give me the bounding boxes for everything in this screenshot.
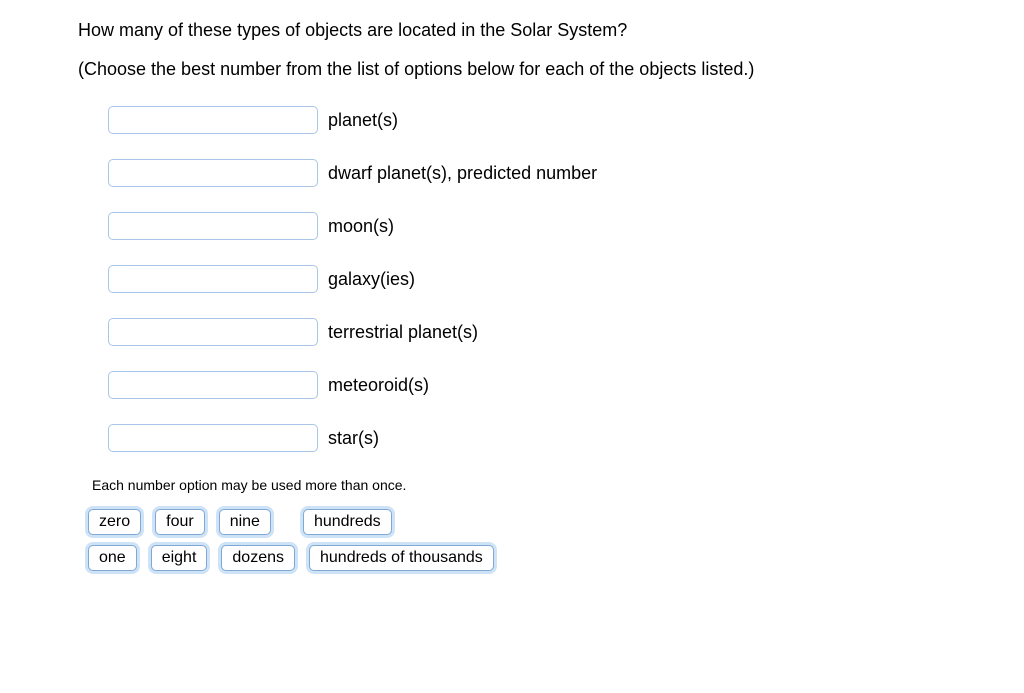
item-row: galaxy(ies) <box>108 265 1024 293</box>
token-hundreds-of-thousands[interactable]: hundreds of thousands <box>309 545 494 571</box>
drop-slot-moons[interactable] <box>108 212 318 240</box>
drop-slot-galaxies[interactable] <box>108 265 318 293</box>
item-row: dwarf planet(s), predicted number <box>108 159 1024 187</box>
item-row: terrestrial planet(s) <box>108 318 1024 346</box>
drop-slot-terrestrial-planets[interactable] <box>108 318 318 346</box>
item-row: meteoroid(s) <box>108 371 1024 399</box>
token-nine[interactable]: nine <box>219 509 271 535</box>
answer-items: planet(s) dwarf planet(s), predicted num… <box>108 106 1024 452</box>
drop-slot-planets[interactable] <box>108 106 318 134</box>
drop-slot-stars[interactable] <box>108 424 318 452</box>
token-row: one eight dozens hundreds of thousands <box>88 545 1024 571</box>
token-zero[interactable]: zero <box>88 509 141 535</box>
drop-slot-dwarf-planets[interactable] <box>108 159 318 187</box>
token-four[interactable]: four <box>155 509 205 535</box>
token-one[interactable]: one <box>88 545 137 571</box>
token-row: zero four nine hundreds <box>88 509 1024 535</box>
item-row: star(s) <box>108 424 1024 452</box>
item-label: planet(s) <box>328 110 398 131</box>
usage-note: Each number option may be used more than… <box>92 477 1024 493</box>
question-container: How many of these types of objects are l… <box>0 0 1024 571</box>
item-label: galaxy(ies) <box>328 269 415 290</box>
item-label: meteoroid(s) <box>328 375 429 396</box>
item-label: moon(s) <box>328 216 394 237</box>
question-text: How many of these types of objects are l… <box>78 18 1024 43</box>
token-bank: zero four nine hundreds one eight dozens… <box>88 509 1024 571</box>
drop-slot-meteoroids[interactable] <box>108 371 318 399</box>
item-row: moon(s) <box>108 212 1024 240</box>
item-row: planet(s) <box>108 106 1024 134</box>
item-label: star(s) <box>328 428 379 449</box>
token-hundreds[interactable]: hundreds <box>303 509 392 535</box>
token-eight[interactable]: eight <box>151 545 208 571</box>
item-label: terrestrial planet(s) <box>328 322 478 343</box>
token-dozens[interactable]: dozens <box>221 545 295 571</box>
item-label: dwarf planet(s), predicted number <box>328 163 597 184</box>
instruction-text: (Choose the best number from the list of… <box>78 57 1024 82</box>
